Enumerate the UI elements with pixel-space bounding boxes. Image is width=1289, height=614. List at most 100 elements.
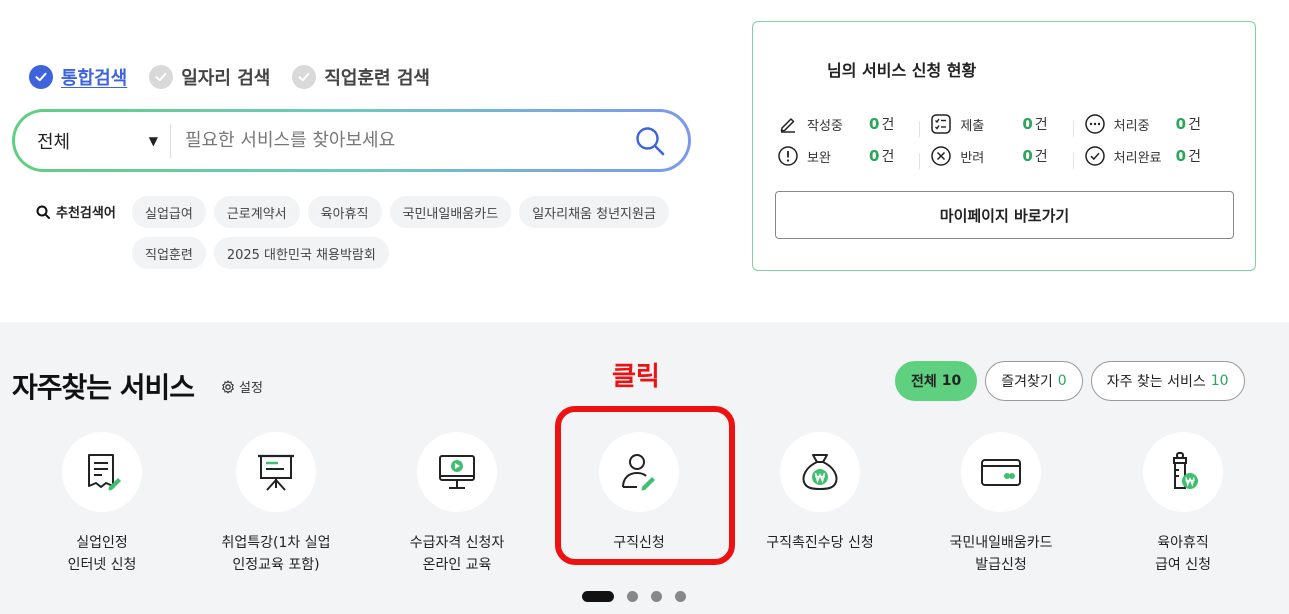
- recommended-label-text: 추천검색어: [56, 206, 116, 221]
- status-count: 0: [1175, 115, 1187, 133]
- click-annotation: 클릭: [612, 362, 660, 392]
- search-scope-select[interactable]: 전체 ▼: [15, 123, 171, 158]
- caret-down-icon: ▼: [148, 133, 158, 148]
- page-dot-2[interactable]: [627, 591, 638, 602]
- keyword-chip[interactable]: 직업훈련: [132, 237, 206, 269]
- gear-icon: [222, 379, 234, 394]
- service-training-card[interactable]: 국민내일배움카드 발급신청: [911, 432, 1091, 576]
- check-circle-icon: [1084, 145, 1106, 167]
- click-highlight-box: [555, 406, 735, 565]
- tab-integrated-search[interactable]: 통합검색: [29, 64, 127, 90]
- service-name: 취업특강(1차 실업 인정교육 포함): [221, 535, 331, 573]
- service-filters: 전체 10 즐겨찾기 0 자주 찾는 서비스 10: [895, 361, 1253, 401]
- status-label: 작성중: [807, 118, 843, 134]
- check-icon: [29, 65, 53, 89]
- status-unit: 건: [1188, 117, 1201, 133]
- filter-label: 즐겨찾기: [1001, 374, 1053, 390]
- service-icon-circle: [1143, 432, 1223, 512]
- status-unit: 건: [1188, 149, 1201, 165]
- keyword-chip[interactable]: 육아휴직: [307, 196, 382, 228]
- service-online-education[interactable]: 수급자격 신청자 온라인 교육: [367, 432, 547, 576]
- presentation-board-icon: [258, 454, 294, 491]
- mypage-button[interactable]: 마이페이지 바로가기: [775, 191, 1234, 239]
- filter-label: 자주 찾는 서비스: [1106, 374, 1206, 390]
- pagination-dots: [582, 591, 699, 602]
- check-icon: [292, 65, 317, 89]
- divider: [919, 121, 921, 137]
- service-name: 구직촉진수당 신청: [766, 535, 874, 551]
- keyword-chips: 실업급여 근로계약서 육아휴직 국민내일배움카드 일자리채움 청년지원금 직업훈…: [132, 196, 692, 278]
- x-circle-icon: [930, 145, 952, 167]
- service-job-allowance[interactable]: 구직촉진수당 신청: [730, 432, 910, 554]
- status-unit: 건: [1034, 149, 1048, 165]
- status-completed[interactable]: 처리완료 0 건: [1084, 145, 1237, 167]
- page-dot-3[interactable]: [651, 591, 662, 602]
- settings-button[interactable]: 설정: [221, 377, 263, 396]
- search-icon: [36, 205, 50, 219]
- service-icon-circle: [961, 432, 1041, 512]
- status-title: 님의 서비스 신청 현황: [827, 61, 977, 80]
- service-icon-circle: [236, 432, 316, 512]
- service-icon-circle: [780, 432, 860, 512]
- status-count: 0: [1022, 147, 1033, 165]
- service-icon-circle: [62, 432, 142, 512]
- filter-all[interactable]: 전체 10: [895, 361, 978, 401]
- status-unit: 건: [881, 117, 895, 133]
- keyword-chip[interactable]: 국민내일배움카드: [389, 196, 512, 228]
- service-job-lecture[interactable]: 취업특강(1차 실업 인정교육 포함): [186, 432, 366, 576]
- status-writing[interactable]: 작성중 0 건: [777, 113, 930, 137]
- status-rejected[interactable]: 반려 0 건: [930, 145, 1083, 169]
- tab-training-search[interactable]: 직업훈련 검색: [292, 64, 430, 90]
- status-count: 0: [1175, 147, 1187, 165]
- tab-label: 일자리 검색: [181, 68, 271, 89]
- filter-favorites[interactable]: 즐겨찾기 0: [985, 361, 1083, 401]
- search-icon: [636, 126, 665, 155]
- search-button[interactable]: [626, 117, 674, 165]
- status-supplement[interactable]: 보완 0 건: [777, 145, 930, 169]
- search-tabs: 통합검색 일자리 검색 직업훈련 검색: [29, 64, 452, 90]
- status-unit: 건: [1034, 117, 1048, 133]
- tab-label: 직업훈련 검색: [324, 68, 430, 89]
- money-bag-won-icon: [802, 454, 838, 491]
- service-name: 수급자격 신청자 온라인 교육: [409, 535, 505, 573]
- page-dot-1[interactable]: [582, 591, 614, 602]
- filter-count: 0: [1057, 373, 1067, 389]
- search-bar: 전체 ▼: [12, 109, 691, 172]
- service-parental-leave[interactable]: 육아휴직 급여 신청: [1093, 432, 1273, 576]
- status-grid: 작성중 0 건 제출 0 건 처리중 0 건 보완 0 건 반려 0 건 처리완…: [777, 108, 1237, 172]
- status-row: 작성중 0 건 제출 0 건 처리중 0 건: [777, 108, 1237, 140]
- filter-count: 10: [1210, 373, 1229, 389]
- keyword-chip[interactable]: 일자리채움 청년지원금: [519, 196, 669, 228]
- keyword-chip[interactable]: 근로계약서: [213, 196, 300, 228]
- status-processing[interactable]: 처리중 0 건: [1084, 113, 1237, 135]
- service-icon-circle: [417, 432, 497, 512]
- service-name: 육아휴직 급여 신청: [1155, 535, 1211, 573]
- tab-job-search[interactable]: 일자리 검색: [149, 64, 270, 90]
- status-label: 반려: [960, 150, 985, 166]
- search-scope-value: 전체: [37, 131, 71, 153]
- status-count: 0: [1022, 115, 1033, 133]
- section-title: 자주찾는 서비스: [12, 371, 195, 404]
- status-label: 보완: [807, 150, 831, 166]
- status-label: 제출: [960, 118, 985, 134]
- status-row: 보완 0 건 반려 0 건 처리완료 0 건: [777, 140, 1237, 172]
- card-icon: [981, 459, 1021, 486]
- filter-frequent[interactable]: 자주 찾는 서비스 10: [1090, 361, 1245, 401]
- service-name: 실업인정 인터넷 신청: [67, 535, 137, 573]
- status-count: 0: [869, 147, 880, 165]
- keyword-chip[interactable]: 2025 대한민국 채용박람회: [213, 237, 389, 269]
- recommended-label: 추천검색어: [36, 202, 116, 221]
- divider: [919, 153, 921, 169]
- filter-count: 10: [941, 373, 962, 389]
- status-submitted[interactable]: 제출 0 건: [930, 113, 1083, 137]
- pencil-icon: [777, 113, 799, 135]
- divider: [1072, 153, 1074, 169]
- tab-label: 통합검색: [61, 68, 128, 89]
- checklist-icon: [930, 113, 952, 135]
- page-dot-4[interactable]: [675, 591, 686, 602]
- top-section: 통합검색 일자리 검색 직업훈련 검색 전체 ▼ 필요한 서비스를 찾아보세요 …: [0, 0, 1289, 322]
- service-unemployment-recognition[interactable]: 실업인정 인터넷 신청: [12, 432, 192, 576]
- keyword-chip[interactable]: 실업급여: [132, 196, 206, 228]
- service-name: 국민내일배움카드 발급신청: [949, 535, 1053, 573]
- search-input[interactable]: [171, 120, 626, 161]
